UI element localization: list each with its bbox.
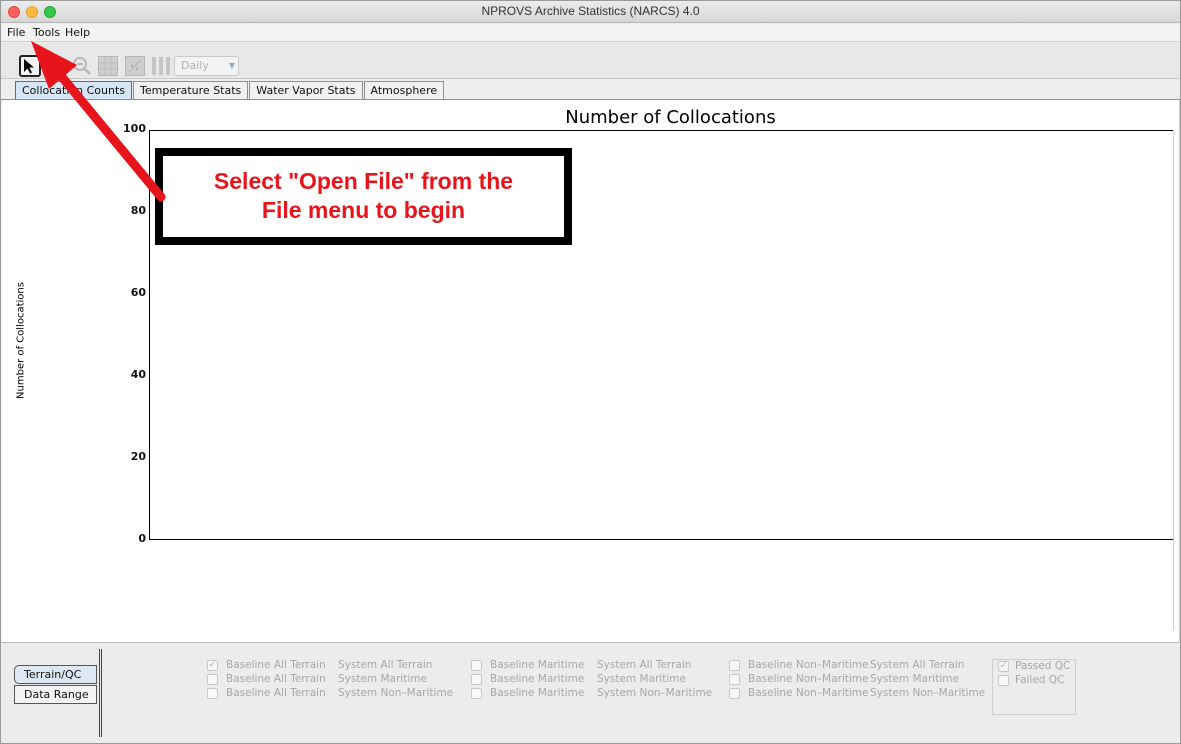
qc-label: Failed QC (1015, 674, 1065, 686)
select-pointer-button[interactable] (19, 55, 41, 77)
y-tick-label: 80 (130, 204, 146, 217)
menu-file[interactable]: File (7, 26, 25, 39)
system-label: System All Terrain (870, 659, 965, 671)
callout-line-2: File menu to begin (261, 197, 466, 223)
filter-panel: Terrain/QC Data Range ✓ Baseline All Terr… (1, 642, 1180, 743)
checkbox[interactable] (729, 660, 740, 671)
baseline-label: Baseline Non–Maritime (748, 673, 869, 685)
callout-text: Select "Open File" from the File menu to… (163, 167, 564, 225)
tab-water-vapor-stats[interactable]: Water Vapor Stats (249, 81, 363, 100)
baseline-label: Baseline Non–Maritime (748, 687, 869, 699)
checkbox[interactable] (729, 688, 740, 699)
callout-line-1: Select "Open File" from the (213, 168, 514, 194)
checkbox-checked[interactable]: ✓ (998, 661, 1009, 672)
chart-title: Number of Collocations (565, 107, 776, 128)
bars-icon (152, 57, 170, 75)
baseline-label: Baseline Maritime (490, 659, 585, 671)
system-label: System All Terrain (338, 659, 433, 671)
title-bar: NPROVS Archive Statistics (NARCS) 4.0 (1, 1, 1180, 23)
scatter-icon (128, 59, 142, 73)
baseline-label: Baseline All Terrain (226, 687, 326, 699)
y-tick-label: 60 (130, 286, 146, 299)
vertical-scrollbar[interactable] (1173, 130, 1179, 630)
checkbox-checked[interactable]: ✓ (207, 660, 218, 671)
qc-checkbox-group: ✓ Passed QC Failed QC (992, 659, 1076, 715)
app-window: NPROVS Archive Statistics (NARCS) 4.0 Fi… (0, 0, 1181, 744)
checkbox[interactable] (207, 688, 218, 699)
tab-data-range[interactable]: Data Range (14, 685, 97, 704)
tab-temperature-stats[interactable]: Temperature Stats (133, 81, 249, 100)
y-axis-label: Number of Collocations (15, 282, 27, 399)
y-tick-label: 20 (130, 450, 146, 463)
system-label: System Maritime (870, 673, 959, 685)
zoom-out-icon (73, 57, 92, 76)
baseline-label: Baseline All Terrain (226, 673, 326, 685)
menu-help[interactable]: Help (65, 26, 90, 39)
y-tick-label: 40 (130, 368, 146, 381)
y-tick-label: 100 (123, 122, 146, 135)
baseline-label: Baseline Non–Maritime (748, 659, 869, 671)
checkbox[interactable] (998, 675, 1009, 686)
system-label: System Maritime (338, 673, 427, 685)
pointer-arrow-icon (24, 59, 34, 74)
terrain-checkbox-group: ✓ Baseline All Terrain System All Terrain B… (203, 659, 985, 715)
tab-atmosphere[interactable]: Atmosphere (363, 81, 445, 100)
system-label: System Non–Maritime (597, 687, 713, 699)
side-tab-bar: Terrain/QC Data Range (14, 665, 97, 704)
tab-bar: Collocation Counts Temperature Stats Wat… (15, 81, 445, 100)
checkbox[interactable] (207, 674, 218, 685)
system-label: System Maritime (597, 673, 686, 685)
baseline-label: Baseline All Terrain (226, 659, 326, 671)
zoom-in-button[interactable] (45, 55, 67, 77)
instruction-callout: Select "Open File" from the File menu to… (155, 148, 572, 245)
tab-collocation-counts[interactable]: Collocation Counts (15, 81, 133, 100)
checkbox[interactable] (471, 660, 482, 671)
menu-tools[interactable]: Tools (33, 26, 60, 39)
zoom-in-icon (47, 57, 66, 76)
window-title: NPROVS Archive Statistics (NARCS) 4.0 (481, 4, 700, 18)
baseline-label: Baseline Maritime (490, 687, 585, 699)
system-label: System All Terrain (597, 659, 692, 671)
tab-terrain-qc[interactable]: Terrain/QC (14, 665, 97, 684)
bar-view-button[interactable] (151, 56, 171, 76)
toolbar: Daily ▼ (1, 43, 1180, 79)
scatter-view-button[interactable] (125, 56, 145, 76)
baseline-label: Baseline Maritime (490, 673, 585, 685)
side-divider (99, 649, 102, 737)
checkbox[interactable] (471, 688, 482, 699)
qc-label: Passed QC (1015, 660, 1071, 672)
checkbox[interactable] (471, 674, 482, 685)
system-label: System Non–Maritime (870, 687, 986, 699)
period-select[interactable]: Daily ▼ (174, 56, 239, 76)
zoom-out-button[interactable] (71, 55, 93, 77)
period-select-value: Daily (181, 59, 209, 72)
y-tick-label: 0 (138, 532, 146, 545)
checkbox[interactable] (729, 674, 740, 685)
grid-icon (99, 57, 117, 75)
grid-view-button[interactable] (98, 56, 118, 76)
menu-bar: File Tools Help (1, 24, 1180, 42)
system-label: System Non–Maritime (338, 687, 454, 699)
chevron-down-icon: ▼ (228, 61, 235, 70)
